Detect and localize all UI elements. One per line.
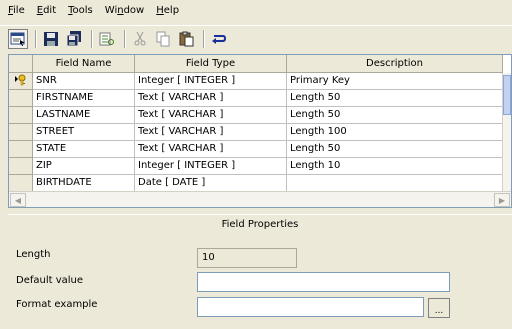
table-row[interactable]: SNR Integer [ INTEGER ] Primary Key [9, 73, 503, 90]
row-selector[interactable] [9, 107, 33, 124]
description-cell[interactable] [287, 175, 503, 192]
default-value-label: Default value [16, 275, 84, 286]
table-row[interactable]: FIRSTNAME Text [ VARCHAR ] Length 50 [9, 90, 503, 107]
menu-edit[interactable]: Edit [31, 1, 62, 21]
row-selector[interactable] [9, 158, 33, 175]
table-row[interactable]: STREET Text [ VARCHAR ] Length 100 [9, 124, 503, 141]
toolbar-separator [124, 29, 126, 48]
primary-key-icon [14, 74, 28, 89]
field-name-cell[interactable]: STREET [33, 124, 135, 141]
save-all-button[interactable] [64, 29, 84, 49]
design-view-button[interactable] [8, 28, 28, 49]
row-selector[interactable] [9, 73, 33, 90]
field-name-cell[interactable]: ZIP [33, 158, 135, 175]
menu-window[interactable]: Window [99, 1, 150, 21]
column-header-description[interactable]: Description [287, 55, 503, 73]
design-view-icon [10, 31, 26, 47]
field-type-cell[interactable]: Text [ VARCHAR ] [135, 141, 287, 158]
scroll-left-icon[interactable]: ◀ [10, 193, 26, 207]
menu-tools[interactable]: Tools [62, 1, 99, 21]
field-type-cell[interactable]: Text [ VARCHAR ] [135, 90, 287, 107]
toolbar-separator [203, 29, 205, 48]
table-row[interactable]: BIRTHDATE Date [ DATE ] [9, 175, 503, 192]
menu-bar: File Edit Tools Window Help [0, 0, 512, 22]
save-button[interactable] [41, 29, 61, 49]
description-cell[interactable]: Primary Key [287, 73, 503, 90]
description-cell[interactable]: Length 100 [287, 124, 503, 141]
return-button[interactable] [209, 29, 229, 49]
description-cell[interactable]: Length 10 [287, 158, 503, 175]
row-selector[interactable] [9, 90, 33, 107]
field-name-cell[interactable]: BIRTHDATE [33, 175, 135, 192]
column-header-field-type[interactable]: Field Type [135, 55, 287, 73]
toolbar [0, 25, 512, 51]
column-header-field-name[interactable]: Field Name [33, 55, 135, 73]
vertical-scrollbar[interactable] [502, 73, 511, 192]
length-label: Length [16, 249, 51, 260]
field-name-cell[interactable]: SNR [33, 73, 135, 90]
field-name-cell[interactable]: FIRSTNAME [33, 90, 135, 107]
field-type-cell[interactable]: Integer [ INTEGER ] [135, 73, 287, 90]
save-all-icon [66, 30, 82, 47]
copy-icon [155, 31, 171, 47]
field-type-cell[interactable]: Text [ VARCHAR ] [135, 124, 287, 141]
menu-help[interactable]: Help [150, 1, 185, 21]
paste-icon [178, 31, 194, 47]
scroll-right-icon[interactable]: ▶ [494, 193, 510, 207]
field-name-cell[interactable]: STATE [33, 141, 135, 158]
toolbar-separator [35, 29, 37, 48]
field-type-cell[interactable]: Date [ DATE ] [135, 175, 287, 192]
primary-key-icon [99, 31, 115, 47]
row-selector[interactable] [9, 175, 33, 192]
field-grid: Field Name Field Type Description SNR In… [8, 54, 512, 208]
grid-header: Field Name Field Type Description [9, 55, 503, 73]
format-example-button[interactable]: ... [428, 298, 450, 318]
description-cell[interactable]: Length 50 [287, 107, 503, 124]
field-name-cell[interactable]: LASTNAME [33, 107, 135, 124]
field-type-cell[interactable]: Integer [ INTEGER ] [135, 158, 287, 175]
description-cell[interactable]: Length 50 [287, 90, 503, 107]
primary-key-button[interactable] [97, 29, 117, 49]
vertical-scroll-thumb[interactable] [503, 75, 511, 115]
horizontal-scrollbar[interactable]: ◀ ▶ [9, 191, 511, 207]
copy-button[interactable] [153, 29, 173, 49]
field-type-cell[interactable]: Text [ VARCHAR ] [135, 107, 287, 124]
format-example-label: Format example [16, 299, 98, 310]
save-icon [43, 31, 59, 47]
menu-file[interactable]: File [2, 1, 31, 21]
table-row[interactable]: ZIP Integer [ INTEGER ] Length 10 [9, 158, 503, 175]
default-value-field[interactable] [197, 272, 450, 292]
row-selector[interactable] [9, 124, 33, 141]
description-cell[interactable]: Length 50 [287, 141, 503, 158]
length-field: 10 [197, 248, 297, 268]
row-selector[interactable] [9, 141, 33, 158]
paste-button[interactable] [176, 29, 196, 49]
toolbar-separator [91, 29, 93, 48]
table-row[interactable]: STATE Text [ VARCHAR ] Length 50 [9, 141, 503, 158]
cut-button[interactable] [130, 29, 150, 49]
field-properties-title: Field Properties [8, 214, 512, 234]
cut-icon [132, 31, 148, 47]
return-icon [211, 31, 227, 47]
format-example-field[interactable] [197, 297, 424, 317]
table-row[interactable]: LASTNAME Text [ VARCHAR ] Length 50 [9, 107, 503, 124]
row-header-corner [9, 55, 33, 73]
